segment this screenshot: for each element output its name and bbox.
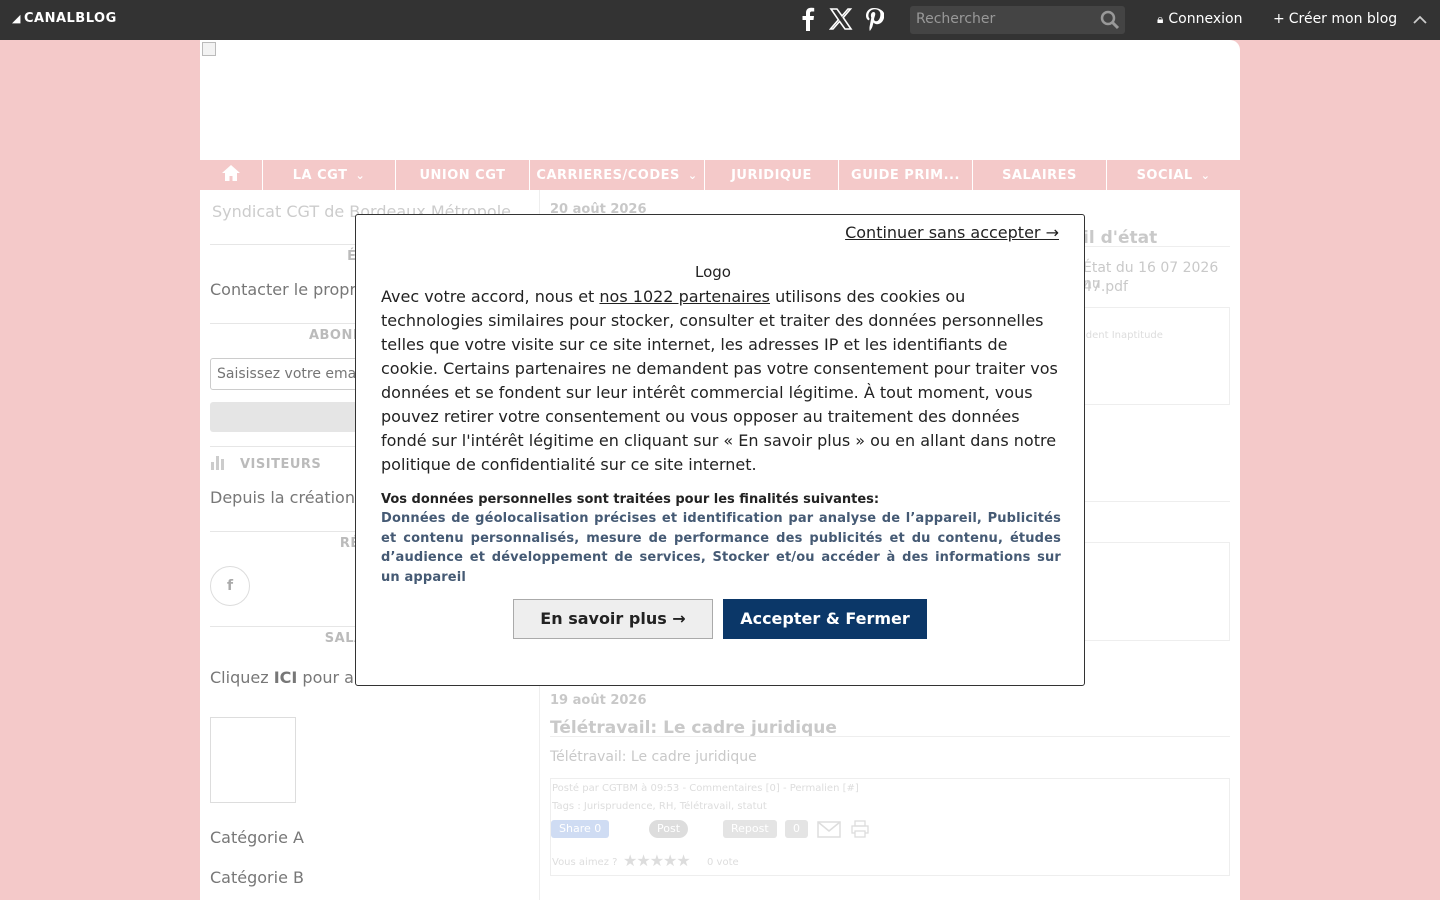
post-title[interactable]: Télétravail: Le cadre juridique xyxy=(550,718,837,738)
nav-social[interactable]: SOCIAL ⌄ xyxy=(1107,160,1240,190)
search-box xyxy=(910,6,1125,34)
post-footer-box: Posté par CGTBM à 09:53 - Commentaires [… xyxy=(550,778,1230,876)
banner-image xyxy=(202,42,216,56)
vote-count: 0 vote xyxy=(707,857,739,868)
main-nav: LA CGT ⌄ UNION CGT CARRIERES/CODES ⌄ JURID… xyxy=(200,160,1240,190)
purposes-list: Données de géolocalisation précises et i… xyxy=(381,511,1061,585)
blog-banner xyxy=(200,40,1240,160)
consent-logo: Logo xyxy=(695,263,731,281)
canalblog-topbar: ◢CANALBLOG 🔒︎Connexion +Créer mon blog xyxy=(0,0,1440,40)
partners-link[interactable]: nos 1022 partenaires xyxy=(599,287,770,306)
visitors-count: Depuis la création xyxy=(210,488,355,507)
chevron-down-icon: ⌄ xyxy=(687,168,698,182)
post-tags: Tags : Jurisprudence, RH, Télétravail, s… xyxy=(552,801,767,812)
login-link[interactable]: 🔒︎ Connexion xyxy=(1157,11,1242,27)
x-icon[interactable] xyxy=(828,7,853,36)
email-icon[interactable] xyxy=(817,819,843,843)
nav-juridique[interactable]: JURIDIQUE xyxy=(705,160,839,190)
nav-la-cgt[interactable]: LA CGT ⌄ xyxy=(263,160,396,190)
tag-link[interactable]: statut xyxy=(737,801,766,812)
search-input[interactable] xyxy=(916,11,1096,27)
post-title[interactable]: il d'état xyxy=(1083,228,1157,248)
learn-more-button[interactable]: En savoir plus → xyxy=(513,599,713,639)
post-meta: Posté par CGTBM à 09:53 - Commentaires [… xyxy=(552,783,859,794)
tag-link[interactable]: Télétravail xyxy=(680,801,731,812)
post-image: Télétravail: Le cadre juridique xyxy=(550,749,757,765)
canalblog-logo[interactable]: ◢ CANALBLOG xyxy=(12,11,117,26)
visitors-heading: VISITEURS xyxy=(240,457,322,472)
facebook-share-button[interactable]: Share 0 xyxy=(551,820,610,838)
nav-union-cgt[interactable]: UNION CGT xyxy=(396,160,530,190)
category-a-link[interactable]: Catégorie A xyxy=(210,828,304,847)
post-attachment-link[interactable]: 47.pdf xyxy=(1083,279,1128,295)
facebook-icon[interactable] xyxy=(799,7,817,36)
chevron-down-icon: ⌄ xyxy=(355,168,366,182)
plus-icon: + xyxy=(1273,11,1285,27)
facebook-icon[interactable]: f xyxy=(210,566,250,606)
accept-close-button[interactable]: Accepter & Fermer xyxy=(723,599,927,639)
nav-carrieres-codes[interactable]: CARRIERES/CODES ⌄ xyxy=(530,160,705,190)
continue-without-accepting-link[interactable]: Continuer sans accepter → xyxy=(845,223,1059,242)
bar-chart-icon xyxy=(210,454,228,474)
sidebar-image[interactable] xyxy=(210,717,296,803)
click-here-text[interactable]: Cliquez ICI pour a xyxy=(210,668,354,687)
tag-link[interactable]: Jurisprudence xyxy=(584,801,653,812)
chevron-up-icon[interactable] xyxy=(1412,12,1428,28)
create-blog-link[interactable]: + Créer mon blog xyxy=(1273,11,1397,27)
like-label: Vous aimez ? xyxy=(552,857,618,868)
pinterest-icon[interactable] xyxy=(864,7,885,36)
contact-link[interactable]: Contacter le propr xyxy=(210,280,356,299)
nav-salaires[interactable]: SALAIRES xyxy=(973,160,1107,190)
divider xyxy=(550,736,1230,737)
post-date: 19 août 2026 xyxy=(550,693,647,708)
purposes-heading: Vos données personnelles sont traitées p… xyxy=(381,492,880,507)
home-icon xyxy=(221,164,241,186)
repost-button[interactable]: Repost xyxy=(723,820,777,838)
category-b-link[interactable]: Catégorie B xyxy=(210,868,304,887)
consent-text: Avec votre accord, nous et nos 1022 part… xyxy=(381,287,1058,474)
nav-guide-prim[interactable]: GUIDE PRIM... xyxy=(839,160,973,190)
rating-stars[interactable]: ★★★★★ xyxy=(623,851,691,870)
post-tags[interactable]: ident Inaptitude xyxy=(1083,330,1163,341)
tag-link[interactable]: RH xyxy=(659,801,673,812)
cookie-consent-dialog: Continuer sans accepter → Logo Avec votr… xyxy=(355,214,1085,686)
search-icon[interactable] xyxy=(1099,9,1121,31)
chevron-down-icon: ⌄ xyxy=(1200,168,1211,182)
print-icon[interactable] xyxy=(851,820,869,842)
repost-count: 0 xyxy=(785,820,808,838)
nav-home[interactable] xyxy=(200,160,263,190)
lock-icon: 🔒︎ xyxy=(1157,12,1164,26)
x-post-button[interactable]: Post xyxy=(649,820,689,838)
